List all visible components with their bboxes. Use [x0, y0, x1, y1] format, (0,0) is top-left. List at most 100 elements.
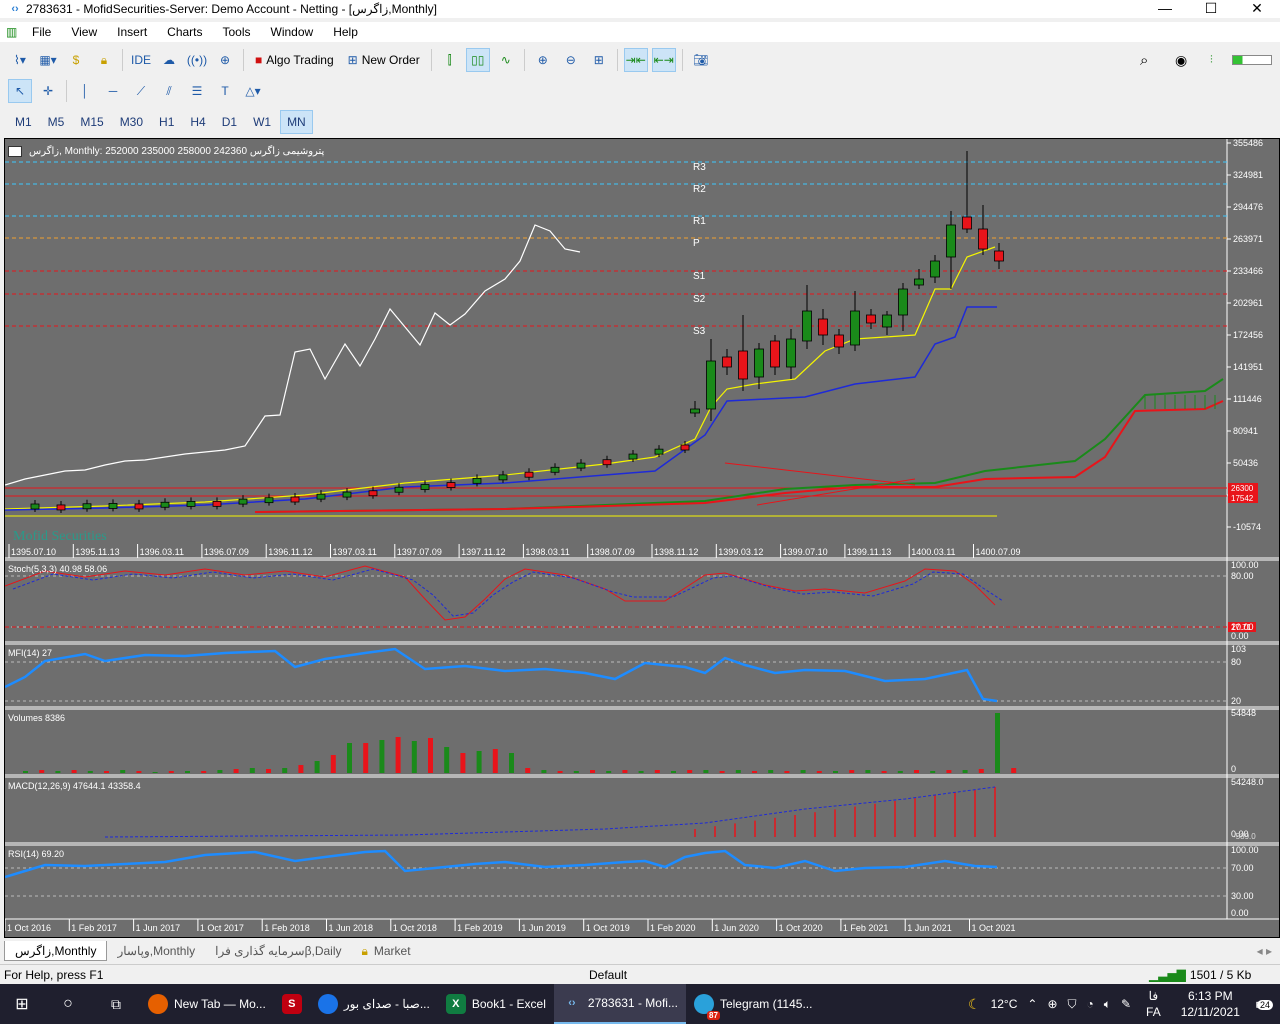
vertical-line-icon[interactable]: │	[73, 79, 97, 103]
bottom-date-label: 1 Jun 2018	[329, 923, 374, 933]
tab-zagros-monthly[interactable]: زاگرس,Monthly	[4, 941, 108, 961]
screenshot-icon[interactable]: 📷︎	[689, 48, 713, 72]
timeframe-h4[interactable]: H4	[183, 110, 212, 134]
volume-bar	[638, 771, 644, 773]
taskbar-chrome[interactable]: صبا - صدای بور...	[310, 984, 438, 1024]
shield-icon[interactable]: ⛉	[1068, 997, 1077, 1012]
taskbar-excel[interactable]: X Book1 - Excel	[438, 984, 554, 1024]
weather-temp[interactable]: 12°C	[991, 997, 1018, 1011]
volume-bar	[152, 772, 158, 773]
tile-windows-icon[interactable]: ⊞	[587, 48, 611, 72]
cursor-icon[interactable]: ↖	[8, 79, 32, 103]
chart-shift-icon[interactable]: ⇤⇥	[651, 48, 676, 72]
bottom-date-label: 1 Jun 2021	[907, 923, 952, 933]
new-order-button[interactable]: ⊞ New Order	[343, 48, 425, 72]
bull-candle	[628, 453, 638, 460]
menu-insert[interactable]: Insert	[107, 25, 157, 39]
volume-icon[interactable]: 🔈︎	[1104, 997, 1111, 1012]
dollar-icon[interactable]: $	[64, 48, 88, 72]
maximize-button[interactable]: ☐	[1188, 0, 1234, 18]
tray-chevron-icon[interactable]: ⌃	[1027, 997, 1037, 1011]
chart-type-icon[interactable]: ⌇▾	[8, 48, 32, 72]
channel-icon[interactable]: ⫽	[157, 79, 181, 103]
trendline-icon[interactable]: ⟋	[129, 79, 153, 103]
clock[interactable]: 6:13 PM 12/11/2021	[1176, 988, 1245, 1020]
new-chart-icon[interactable]: ▦▾	[36, 48, 60, 72]
close-button[interactable]: ✕	[1234, 0, 1280, 18]
language-indicator[interactable]: فا FA	[1141, 988, 1166, 1020]
one-click-trading-icon[interactable]	[8, 146, 22, 157]
vps-icon[interactable]: ⊕	[213, 48, 237, 72]
taskbar-telegram[interactable]: 87 Telegram (1145...	[686, 984, 821, 1024]
timeframe-m5[interactable]: M5	[41, 110, 72, 134]
menu-charts[interactable]: Charts	[157, 25, 212, 39]
wifi-icon[interactable]: ◔	[1087, 997, 1094, 1011]
signal-icon[interactable]: ((•))	[185, 48, 209, 72]
algo-trading-button[interactable]: ■ Algo Trading	[250, 48, 339, 72]
taskbar-firefox[interactable]: New Tab — Mo...	[140, 984, 274, 1024]
minimize-button[interactable]: —	[1142, 0, 1188, 18]
notifications-icon[interactable]: ▭24	[1255, 994, 1273, 1014]
price-tag-label: 17542	[1231, 494, 1254, 503]
chart-menu-icon[interactable]: ▥	[6, 25, 17, 39]
menu-window[interactable]: Window	[261, 25, 324, 39]
rsi-scale-label: 0.00	[1231, 908, 1249, 918]
start-button[interactable]: ⊞	[0, 984, 44, 1024]
macd-signal-line	[104, 786, 996, 838]
taskbar-metatrader[interactable]: ‹› 2783631 - Mofi...	[553, 984, 686, 1024]
price-scale-label: 202961	[1233, 298, 1263, 308]
menu-help[interactable]: Help	[323, 25, 368, 39]
pen-icon[interactable]: ✎	[1121, 997, 1131, 1011]
date-label: 1398.11.12	[654, 547, 698, 557]
timeframe-mn[interactable]: MN	[280, 110, 313, 134]
chart-window[interactable]: R3 R2 R1 P S1 S2 S3 17.71 355486 324981 294476 26…	[4, 138, 1280, 938]
search-icon[interactable]: ○	[44, 984, 92, 1024]
bull-candle	[802, 310, 812, 342]
line-chart-icon[interactable]: ∿	[494, 48, 518, 72]
fibonacci-icon[interactable]: ☰	[185, 79, 209, 103]
menu-tools[interactable]: Tools	[213, 25, 261, 39]
timeframe-h1[interactable]: H1	[152, 110, 181, 134]
menu-file[interactable]: File	[22, 25, 61, 39]
task-view-icon[interactable]: ⧉	[92, 984, 140, 1024]
shapes-icon[interactable]: △▾	[241, 79, 265, 103]
candlestick-chart-icon[interactable]: ▯▯	[465, 48, 490, 72]
moon-icon: ☾	[968, 995, 981, 1012]
timeframe-m1[interactable]: M1	[8, 110, 39, 134]
text-icon[interactable]: T	[213, 79, 237, 103]
tab-market[interactable]: 🔒︎ Market	[352, 941, 421, 961]
tab-scroll-arrows[interactable]: ◂ ▸	[1257, 944, 1272, 958]
volume-bar	[249, 768, 255, 773]
lock-icon[interactable]: 🔒︎	[92, 48, 116, 72]
zoom-in-icon[interactable]: ⊕	[531, 48, 555, 72]
menu-view[interactable]: View	[61, 25, 107, 39]
bar-chart-icon[interactable]: ⫿	[438, 48, 462, 72]
account-icon[interactable]: ◉	[1175, 52, 1187, 69]
ide-button[interactable]: IDE	[129, 48, 153, 72]
timeframe-m15[interactable]: M15	[73, 110, 110, 134]
price-scale-label: 233466	[1233, 266, 1263, 276]
auto-scroll-icon[interactable]: ⇥⇤	[623, 48, 648, 72]
tab-farabeta-daily[interactable]: سرمایه گذاری فراβ,Daily	[205, 941, 351, 961]
taskbar-app-red[interactable]: S	[274, 984, 310, 1024]
volume-bar	[687, 770, 693, 773]
timeframe-w1[interactable]: W1	[246, 110, 278, 134]
pivot-label: R3	[693, 162, 706, 173]
chart-info: زاگرس, Monthly: 252000 235000 258000 242…	[29, 146, 325, 157]
search-icon[interactable]: ⌕	[1140, 52, 1148, 69]
volume-bar	[266, 769, 271, 773]
crosshair-icon[interactable]: ✛	[36, 79, 60, 103]
bear-candle	[446, 482, 456, 488]
zoom-out-icon[interactable]: ⊖	[559, 48, 583, 72]
separator	[616, 49, 618, 71]
timeframe-d1[interactable]: D1	[215, 110, 244, 134]
timeframe-toolbar: M1 M5 M15 M30 H1 H4 D1 W1 MN	[0, 107, 1280, 137]
volume-bar	[962, 770, 968, 773]
horizontal-line-icon[interactable]: ─	[101, 79, 125, 103]
cloud-icon[interactable]: ☁	[157, 48, 181, 72]
timeframe-m30[interactable]: M30	[113, 110, 150, 134]
chart-canvas[interactable]: R3 R2 R1 P S1 S2 S3 17.71 355486 324981 294476 26…	[5, 139, 1280, 938]
tab-vpasar-monthly[interactable]: وپاسار,Monthly	[107, 941, 205, 961]
network-icon[interactable]: ⊕	[1047, 997, 1057, 1011]
chart-tabs: زاگرس,Monthly وپاسار,Monthly سرمایه گذار…	[0, 940, 1280, 962]
